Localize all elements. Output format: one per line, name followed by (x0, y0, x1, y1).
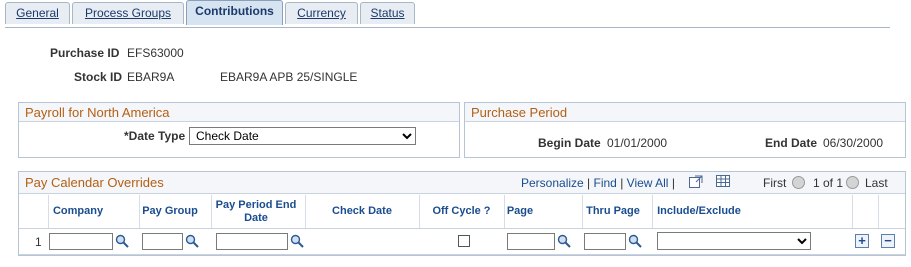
nav-separator: | (671, 176, 675, 190)
stock-id-value: EBAR9A (127, 70, 175, 84)
company-input[interactable] (49, 233, 113, 250)
purchase-id-label: Purchase ID (50, 46, 120, 60)
stock-id-label: Stock ID (74, 70, 123, 84)
row-range: 1 of 1 (813, 176, 844, 190)
last-label: Last (865, 176, 888, 190)
col-company[interactable]: Company (48, 195, 108, 228)
purchase-period-title: Purchase Period (465, 103, 905, 122)
col-pay-group[interactable]: Pay Group (139, 195, 201, 228)
end-date-label: End Date (765, 136, 818, 150)
col-thru-page[interactable]: Thru Page (582, 195, 644, 228)
download-grid-icon[interactable] (716, 175, 731, 188)
personalize-link[interactable]: Personalize (521, 176, 584, 190)
pay-group-input[interactable] (142, 233, 183, 250)
first-label: First (763, 176, 787, 190)
pay-period-end-lookup-icon[interactable] (290, 234, 304, 248)
grid-nav-links: Personalize | Find | View All | (521, 176, 675, 190)
payroll-group-title: Payroll for North America (19, 103, 459, 122)
tab-contributions[interactable]: Contributions (186, 0, 283, 25)
row-number: 1 (35, 235, 42, 249)
col-off-cycle[interactable]: Off Cycle ? (419, 195, 504, 228)
begin-date-value: 01/01/2000 (607, 136, 668, 150)
tab-general[interactable]: General (5, 2, 70, 24)
off-cycle-checkbox[interactable] (458, 235, 470, 247)
purchase-id-value: EFS63000 (127, 46, 184, 60)
stock-id-description: EBAR9A APB 25/SINGLE (220, 70, 358, 84)
grid-bottom-line (19, 254, 905, 255)
tab-bar-line (5, 27, 890, 28)
company-lookup-icon[interactable] (115, 234, 129, 248)
tab-status[interactable]: Status (360, 2, 415, 24)
col-check-date[interactable]: Check Date (305, 195, 419, 228)
col-include-exclude[interactable]: Include/Exclude (652, 195, 746, 228)
col-page[interactable]: Page (504, 195, 536, 228)
pay-calendar-grid: Pay Calendar Overrides Personalize | Fin… (18, 171, 906, 256)
pay-period-end-input[interactable] (216, 233, 288, 250)
nav-separator: | (620, 176, 624, 190)
thru-page-input[interactable] (584, 233, 626, 250)
begin-date-label: Begin Date (538, 136, 601, 150)
next-row-button[interactable] (846, 176, 859, 189)
end-date-value: 06/30/2000 (823, 136, 884, 150)
col-pay-period-end-date[interactable]: Pay Period End Date (211, 195, 301, 228)
page-input[interactable] (507, 233, 555, 250)
grid-title: Pay Calendar Overrides (25, 175, 164, 190)
new-window-icon[interactable] (689, 175, 703, 188)
date-type-select[interactable]: Check Date (189, 127, 416, 145)
thru-page-lookup-icon[interactable] (628, 234, 642, 248)
include-exclude-select[interactable] (657, 232, 811, 250)
view-all-link[interactable]: View All (627, 176, 669, 190)
nav-separator: | (587, 176, 591, 190)
grid-row-divider (19, 228, 905, 229)
delete-row-button[interactable]: − (881, 234, 895, 248)
add-row-button[interactable]: + (855, 234, 869, 248)
pay-group-lookup-icon[interactable] (185, 234, 199, 248)
previous-row-button[interactable] (792, 176, 805, 189)
date-type-label: *Date Type (124, 129, 186, 143)
find-link[interactable]: Find (594, 176, 617, 190)
grid-header: Pay Calendar Overrides Personalize | Fin… (19, 172, 905, 194)
page-lookup-icon[interactable] (557, 234, 571, 248)
tab-process-groups[interactable]: Process Groups (72, 2, 184, 24)
tab-currency[interactable]: Currency (285, 2, 358, 24)
